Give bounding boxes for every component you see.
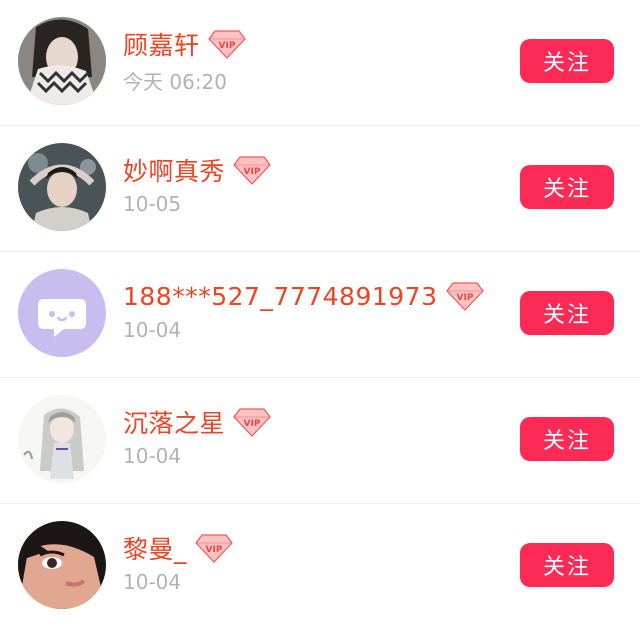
follow-button[interactable]: 关注 [520, 39, 614, 83]
user-name[interactable]: 188***527_7774891973 [123, 282, 438, 311]
user-name[interactable]: 妙啊真秀 [123, 152, 225, 188]
user-name[interactable]: 沉落之星 [123, 404, 225, 440]
avatar[interactable] [18, 521, 106, 609]
list-item[interactable]: 188***527_7774891973 10-04 关注 [0, 252, 640, 378]
list-item[interactable]: 妙啊真秀 10-05 关注 [0, 126, 640, 252]
user-name[interactable]: 黎曼_ [123, 530, 187, 566]
avatar[interactable] [18, 269, 106, 357]
vip-badge-icon [446, 280, 484, 312]
list-item[interactable]: 黎曼_ 10-04 关注 [0, 504, 640, 630]
vip-badge-icon [233, 154, 271, 186]
vip-badge-icon [233, 406, 271, 438]
avatar[interactable] [18, 17, 106, 105]
follow-button[interactable]: 关注 [520, 291, 614, 335]
user-list: 顾嘉轩 今天 06:20 关注 妙啊真秀 10-05 关注 188***527_… [0, 0, 640, 630]
user-name[interactable]: 顾嘉轩 [123, 26, 200, 62]
vip-badge-icon [195, 532, 233, 564]
list-item[interactable]: 顾嘉轩 今天 06:20 关注 [0, 0, 640, 126]
follow-date: 10-04 [123, 570, 182, 594]
follow-date: 10-05 [123, 192, 182, 216]
vip-badge-icon [208, 28, 246, 60]
avatar[interactable] [18, 395, 106, 483]
list-item[interactable]: 沉落之星 10-04 关注 [0, 378, 640, 504]
follow-date: 10-04 [123, 444, 182, 468]
follow-button[interactable]: 关注 [520, 417, 614, 461]
follow-button[interactable]: 关注 [520, 543, 614, 587]
follow-button[interactable]: 关注 [520, 165, 614, 209]
follow-date: 10-04 [123, 318, 182, 342]
avatar[interactable] [18, 143, 106, 231]
follow-date: 今天 06:20 [123, 70, 227, 94]
